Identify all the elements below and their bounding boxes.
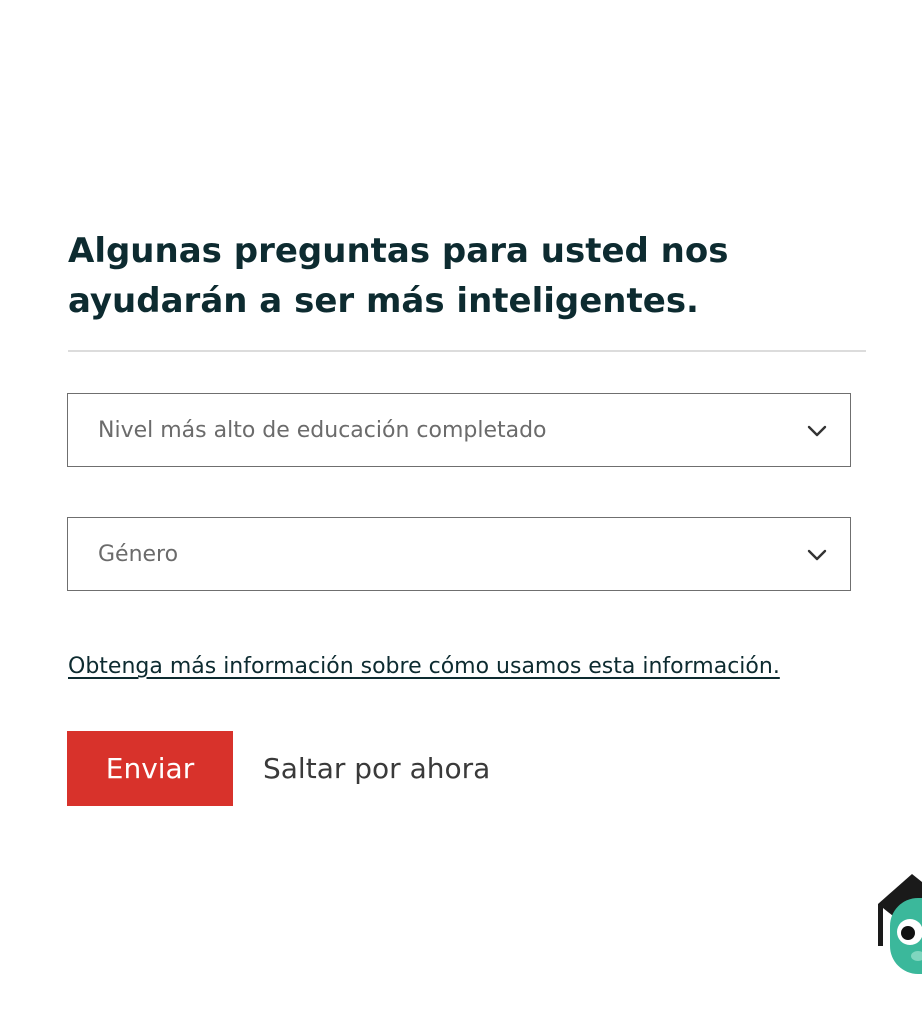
gender-select-placeholder: Género [98,542,179,567]
gender-select[interactable]: Género [67,517,851,591]
chevron-down-icon [807,549,827,561]
chevron-down-icon [807,425,827,437]
submit-button[interactable]: Enviar [67,731,233,806]
education-select-placeholder: Nivel más alto de educación completado [98,418,547,443]
divider [68,350,866,352]
skip-button[interactable]: Saltar por ahora [263,731,490,806]
education-select[interactable]: Nivel más alto de educación completado [67,393,851,467]
owl-mascot-icon[interactable] [872,868,922,978]
page-title: Algunas preguntas para usted nos ayudará… [68,231,729,321]
survey-page: Algunas preguntas para usted nos ayudará… [0,0,922,1024]
info-link[interactable]: Obtenga más información sobre cómo usamo… [68,652,780,682]
